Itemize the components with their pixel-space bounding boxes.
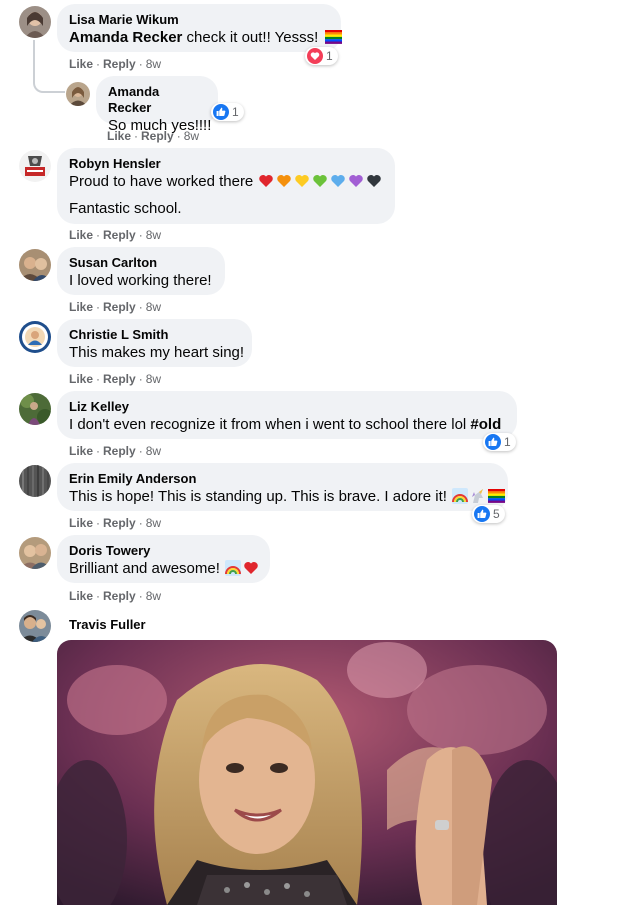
reaction-count: 5 bbox=[493, 507, 500, 521]
comment-text: check it out!! Yesss! bbox=[182, 29, 319, 46]
comment-bubble: Susan Carlton I loved working there! bbox=[57, 247, 225, 295]
rainbow-flag-icon bbox=[488, 489, 506, 503]
blue-heart-icon bbox=[331, 175, 346, 187]
timestamp[interactable]: 8w bbox=[146, 372, 161, 386]
reply-thread-line bbox=[33, 40, 65, 93]
reaction-count: 1 bbox=[326, 49, 333, 63]
comment-text: This is hope! This is standing up. This … bbox=[69, 488, 447, 505]
like-link[interactable]: Like bbox=[69, 516, 93, 530]
rainbow-icon bbox=[225, 560, 242, 576]
comment-author[interactable]: Erin Emily Anderson bbox=[69, 471, 496, 487]
green-heart-icon bbox=[313, 175, 328, 187]
comment-text: Brilliant and awesome! bbox=[69, 560, 220, 577]
timestamp[interactable]: 8w bbox=[146, 300, 161, 314]
avatar[interactable] bbox=[19, 537, 51, 569]
comment-bubble: Amanda Recker So much yes!!!! bbox=[96, 76, 218, 134]
comment-bubble: Erin Emily Anderson This is hope! This i… bbox=[57, 463, 508, 511]
comment-author[interactable]: Liz Kelley bbox=[69, 399, 505, 415]
timestamp[interactable]: 8w bbox=[146, 444, 161, 458]
like-link[interactable]: Like bbox=[69, 57, 93, 71]
red-heart-icon bbox=[259, 175, 274, 187]
comment-text: I loved working there! bbox=[69, 272, 212, 289]
like-link[interactable]: Like bbox=[69, 589, 93, 603]
clapping-woman-gif[interactable] bbox=[57, 640, 557, 905]
reaction-badge[interactable]: 5 bbox=[472, 505, 505, 523]
comment-text: Proud to have worked there bbox=[69, 173, 254, 190]
avatar[interactable] bbox=[19, 249, 51, 281]
red-heart-icon bbox=[244, 562, 258, 574]
comment-bubble: Lisa Marie Wikum Amanda Recker check it … bbox=[57, 4, 343, 52]
unicorn-icon bbox=[472, 489, 484, 503]
like-link[interactable]: Like bbox=[69, 300, 93, 314]
comment-author[interactable]: Amanda Recker bbox=[108, 84, 206, 116]
heart-reaction-icon bbox=[307, 48, 323, 64]
reply-link[interactable]: Reply bbox=[141, 129, 174, 143]
like-link[interactable]: Like bbox=[107, 129, 131, 143]
timestamp[interactable]: 8w bbox=[146, 589, 161, 603]
avatar[interactable] bbox=[19, 393, 51, 425]
avatar[interactable] bbox=[19, 321, 51, 353]
reply-link[interactable]: Reply bbox=[103, 300, 136, 314]
comment-actions: Like · Reply · 8w bbox=[69, 589, 162, 603]
like-link[interactable]: Like bbox=[69, 444, 93, 458]
comment-actions: Like · Reply · 8w bbox=[69, 57, 162, 71]
heart-emojis bbox=[257, 173, 383, 189]
comment-bubble: Liz Kelley I don't even recognize it fro… bbox=[57, 391, 517, 439]
thumbs-up-reaction-icon bbox=[474, 506, 490, 522]
avatar[interactable] bbox=[19, 6, 51, 38]
thumbs-up-reaction-icon bbox=[485, 434, 501, 450]
reply-link[interactable]: Reply bbox=[103, 444, 136, 458]
comment-bubble: Christie L Smith This makes my heart sin… bbox=[57, 319, 252, 367]
reaction-count: 1 bbox=[232, 105, 239, 119]
comment-author[interactable]: Robyn Hensler bbox=[69, 156, 383, 172]
reply-link[interactable]: Reply bbox=[103, 228, 136, 242]
like-link[interactable]: Like bbox=[69, 372, 93, 386]
like-link[interactable]: Like bbox=[69, 228, 93, 242]
avatar[interactable] bbox=[19, 150, 51, 182]
comment-author[interactable]: Travis Fuller bbox=[69, 617, 146, 633]
yellow-heart-icon bbox=[295, 175, 310, 187]
comment-text-line2: Fantastic school. bbox=[69, 200, 182, 217]
comment-author[interactable]: Susan Carlton bbox=[69, 255, 213, 271]
timestamp[interactable]: 8w bbox=[146, 516, 161, 530]
comment-bubble: Robyn Hensler Proud to have worked there… bbox=[57, 148, 395, 224]
comment-text: This makes my heart sing! bbox=[69, 344, 245, 361]
comment-actions: Like · Reply · 8w bbox=[69, 516, 162, 530]
avatar[interactable] bbox=[19, 610, 51, 642]
timestamp[interactable]: 8w bbox=[146, 228, 161, 242]
hashtag-link[interactable]: #old bbox=[470, 416, 501, 433]
orange-heart-icon bbox=[277, 175, 292, 187]
comment-actions: Like · Reply · 8w bbox=[107, 129, 200, 143]
reaction-badge[interactable]: 1 bbox=[483, 433, 516, 451]
timestamp[interactable]: 8w bbox=[146, 57, 161, 71]
comment-actions: Like · Reply · 8w bbox=[69, 228, 162, 242]
comment-author[interactable]: Christie L Smith bbox=[69, 327, 240, 343]
avatar[interactable] bbox=[19, 465, 51, 497]
reply-link[interactable]: Reply bbox=[103, 516, 136, 530]
reaction-badge[interactable]: 1 bbox=[211, 103, 244, 121]
comment-author[interactable]: Doris Towery bbox=[69, 543, 258, 559]
reply-link[interactable]: Reply bbox=[103, 57, 136, 71]
comment-actions: Like · Reply · 8w bbox=[69, 444, 162, 458]
thumbs-up-reaction-icon bbox=[213, 104, 229, 120]
comment-bubble: Doris Towery Brilliant and awesome! bbox=[57, 535, 270, 583]
purple-heart-icon bbox=[349, 175, 364, 187]
comment-text: I don't even recognize it from when i we… bbox=[69, 416, 471, 433]
reaction-badge[interactable]: 1 bbox=[305, 47, 338, 65]
avatar[interactable] bbox=[66, 82, 90, 106]
comment-author[interactable]: Lisa Marie Wikum bbox=[69, 12, 329, 28]
timestamp[interactable]: 8w bbox=[184, 129, 199, 143]
black-heart-icon bbox=[367, 175, 382, 187]
comment-actions: Like · Reply · 8w bbox=[69, 372, 162, 386]
reply-link[interactable]: Reply bbox=[103, 589, 136, 603]
rainbow-icon bbox=[452, 488, 469, 504]
comment-actions: Like · Reply · 8w bbox=[69, 300, 162, 314]
reply-link[interactable]: Reply bbox=[103, 372, 136, 386]
reaction-count: 1 bbox=[504, 435, 511, 449]
mention-link[interactable]: Amanda Recker bbox=[69, 29, 182, 46]
